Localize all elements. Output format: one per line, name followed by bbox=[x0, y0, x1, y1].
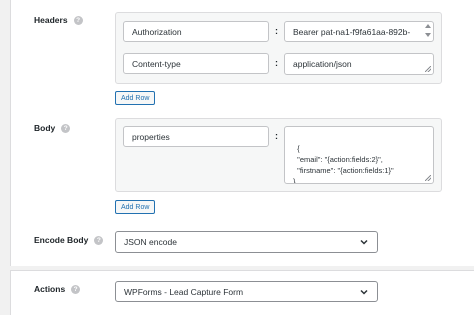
header-value-input-2[interactable]: application/json bbox=[284, 53, 434, 75]
headers-label: Headers ? bbox=[34, 15, 83, 25]
body-label: Body ? bbox=[34, 123, 71, 133]
help-icon[interactable]: ? bbox=[61, 123, 71, 133]
help-icon[interactable]: ? bbox=[94, 235, 104, 245]
help-icon[interactable]: ? bbox=[73, 15, 83, 25]
header-key-input-2[interactable]: Content-type bbox=[123, 53, 269, 74]
body-key-input[interactable]: properties bbox=[123, 126, 269, 147]
actions-select[interactable]: WPForms - Lead Capture Form bbox=[115, 281, 378, 302]
separator: : bbox=[275, 26, 278, 36]
encode-body-label: Encode Body ? bbox=[34, 235, 104, 245]
header-value-input-1[interactable]: Bearer pat-na1-f9fa61aa-892b- bbox=[284, 21, 434, 42]
headers-add-row-button[interactable]: Add Row bbox=[115, 91, 156, 105]
body-add-row-button[interactable]: Add Row bbox=[115, 200, 156, 214]
encode-body-select[interactable]: JSON encode bbox=[115, 231, 378, 253]
separator: : bbox=[275, 58, 278, 68]
chevron-down-icon bbox=[360, 289, 368, 295]
resize-handle-icon[interactable] bbox=[425, 66, 431, 72]
separator: : bbox=[275, 131, 278, 141]
resize-handle-icon[interactable] bbox=[425, 175, 431, 181]
chevron-down-icon bbox=[360, 239, 368, 245]
help-icon[interactable]: ? bbox=[71, 284, 81, 294]
actions-label: Actions ? bbox=[34, 284, 81, 294]
header-key-input-1[interactable]: Authorization bbox=[123, 21, 269, 42]
scroll-arrows-icon[interactable] bbox=[425, 24, 431, 37]
body-value-textarea[interactable]: { "email": "{action:fields:2}", "firstna… bbox=[284, 126, 434, 184]
